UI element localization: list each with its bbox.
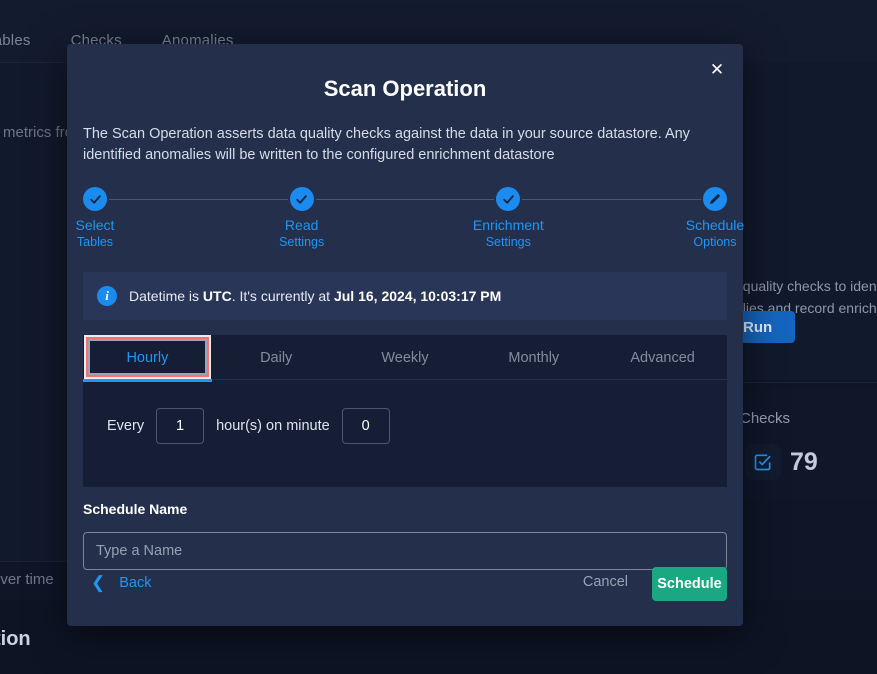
background-over-time-text: over time (0, 571, 54, 588)
tab-hourly-label: Hourly (126, 349, 169, 366)
background-metrics-text: w metrics fro (0, 124, 74, 141)
tab-daily[interactable]: Daily (212, 335, 341, 380)
background-description-line-1: : quality checks to iden (735, 278, 877, 294)
step-4-label-line1: Schedule (685, 217, 745, 233)
background-tab-tables[interactable]: Tables (0, 32, 31, 49)
step-1-check-icon[interactable] (83, 187, 107, 211)
wizard-stepper: Select Tables Read Settings Enrichment S… (76, 184, 745, 253)
hours-on-minute-label: hour(s) on minute (216, 418, 330, 434)
tab-weekly-label: Weekly (381, 349, 429, 366)
active-tab-underline (83, 379, 212, 382)
step-3-check-icon[interactable] (496, 187, 521, 211)
tab-monthly[interactable]: Monthly (469, 335, 598, 380)
stepper-connector-2 (315, 198, 495, 200)
step-3-label-line2: Settings (485, 235, 531, 249)
cancel-button[interactable]: Cancel (583, 574, 628, 590)
step-2-label-line1: Read (284, 217, 319, 233)
schedule-name-label: Schedule Name (83, 501, 188, 517)
tab-daily-label: Daily (260, 349, 293, 366)
datetime-info-bar: i Datetime is UTC. It's currently at Jul… (83, 272, 727, 320)
dialog-description: The Scan Operation asserts data quality … (83, 126, 690, 163)
minute-input[interactable] (341, 408, 390, 444)
step-2-check-icon[interactable] (289, 187, 314, 211)
step-2-label[interactable]: Read Settings (237, 217, 367, 253)
background-checks-card-title: Checks (740, 410, 791, 427)
dialog-title: Scan Operation (323, 76, 487, 101)
tab-list: Hourly Daily Weekly Monthly Advanced (83, 335, 727, 382)
hours-input[interactable] (156, 408, 205, 444)
info-datetime: Jul 16, 2024, 10:03:17 PM (333, 288, 502, 304)
step-1-label-line2: Tables (76, 235, 114, 249)
step-4-label-line2: Options (693, 235, 737, 249)
stepper-connector-1 (109, 198, 288, 200)
background-checks-count: 79 (790, 448, 818, 476)
hourly-panel: Every hour(s) on minute (83, 380, 727, 444)
info-timezone: UTC (202, 288, 232, 304)
scan-operation-dialog: ✕ Scan Operation The Scan Operation asse… (67, 44, 745, 626)
step-4-pencil-icon[interactable] (703, 187, 728, 211)
check-square-icon (745, 444, 781, 480)
step-4-label[interactable]: Schedule Options (650, 217, 780, 253)
datetime-info-text: Datetime is UTC. It's currently at Jul 1… (129, 288, 501, 304)
stepper-connector-3 (522, 198, 702, 200)
step-1-label[interactable]: Select Tables (30, 217, 160, 253)
tab-monthly-label: Monthly (508, 349, 560, 366)
tab-advanced-label: Advanced (630, 349, 695, 366)
step-1-label-line1: Select (75, 217, 115, 233)
schedule-button[interactable]: Schedule (652, 567, 727, 601)
step-3-label[interactable]: Enrichment Settings (443, 217, 573, 253)
dialog-footer: ❮ Back Cancel Schedule (67, 548, 743, 626)
background-heading-text: tion (0, 628, 31, 650)
stepper-labels: Select Tables Read Settings Enrichment S… (76, 217, 745, 253)
info-icon: i (97, 286, 117, 306)
schedule-frequency-tabs: Hourly Daily Weekly Monthly Advanced Eve… (83, 335, 727, 487)
tab-advanced[interactable]: Advanced (598, 335, 727, 380)
step-2-label-line2: Settings (279, 235, 325, 249)
info-middle: . It's currently at (231, 288, 334, 304)
back-button[interactable]: ❮ Back (91, 574, 152, 591)
chevron-left-icon: ❮ (91, 573, 106, 592)
step-3-label-line1: Enrichment (472, 217, 544, 233)
info-prefix: Datetime is (129, 288, 203, 304)
tab-hourly[interactable]: Hourly (83, 335, 212, 380)
stepper-track (83, 184, 728, 214)
back-button-label: Back (119, 574, 152, 591)
run-button[interactable]: Run (735, 311, 795, 343)
tab-weekly[interactable]: Weekly (341, 335, 470, 380)
every-label: Every (107, 418, 145, 434)
